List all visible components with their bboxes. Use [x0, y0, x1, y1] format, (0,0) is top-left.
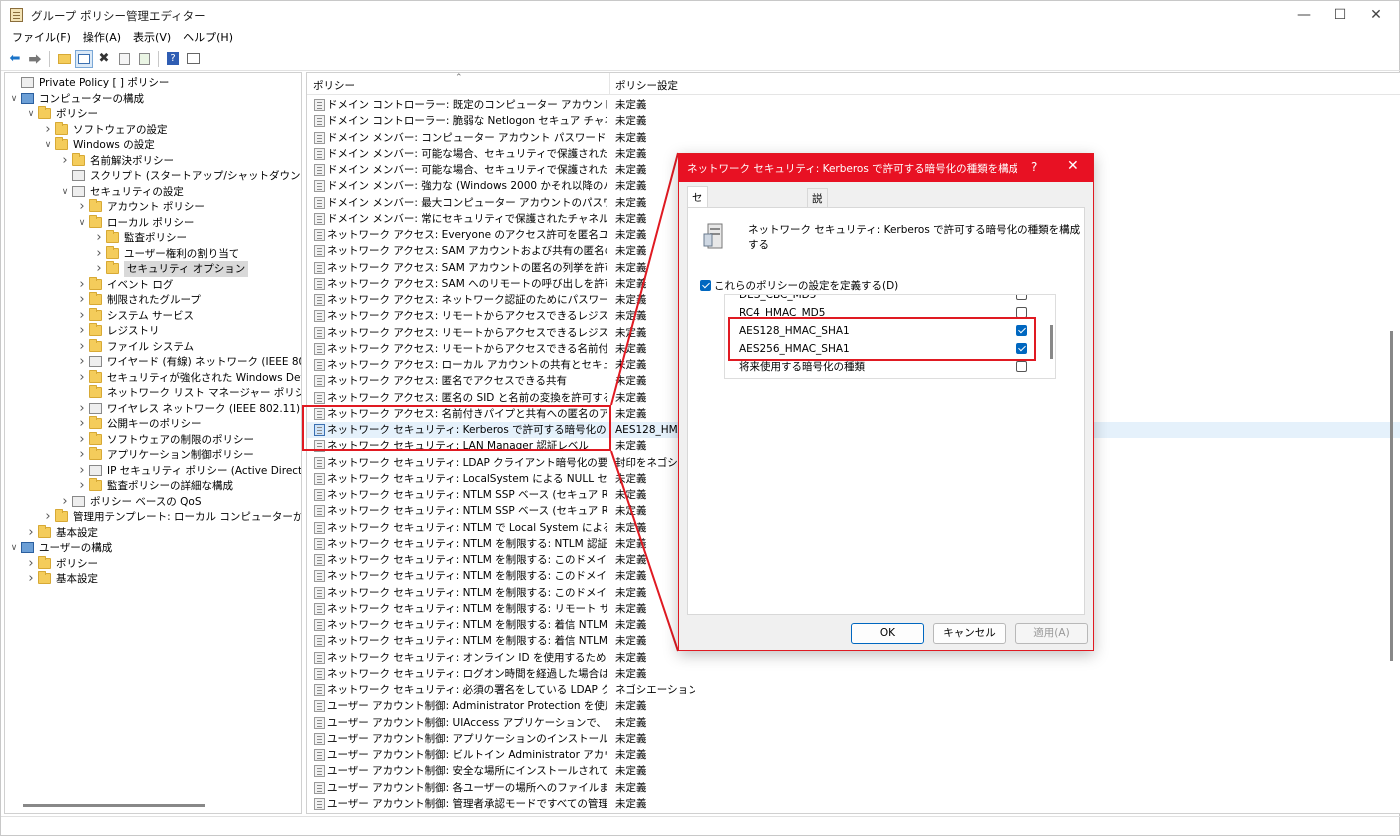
tab-security-policy[interactable]: セキュリティ ポリシーの設定 — [687, 186, 708, 468]
dialog-help-button[interactable]: ? — [1031, 160, 1037, 174]
apply-button[interactable]: 適用(A) — [1015, 623, 1088, 644]
kerberos-properties-dialog: ネットワーク セキュリティ: Kerberos で許可する暗号化の種類を構成する… — [678, 153, 1094, 651]
dialog-close-button[interactable]: ✕ — [1067, 158, 1079, 174]
dialog-title: ネットワーク セキュリティ: Kerberos で許可する暗号化の種類を構成する… — [687, 163, 1017, 175]
encryption-list-scrollbar[interactable] — [1050, 325, 1053, 359]
policy-title: ネットワーク セキュリティ: Kerberos で許可する暗号化の種類を構成する — [748, 224, 1081, 251]
encryption-option-checkbox[interactable] — [1016, 361, 1027, 372]
encryption-option-checkbox[interactable] — [1016, 295, 1027, 300]
cancel-button[interactable]: キャンセル — [933, 623, 1006, 644]
dialog-title-bar: ネットワーク セキュリティ: Kerberos で許可する暗号化の種類を構成する… — [679, 154, 1093, 182]
gpo-editor-window: グループ ポリシー管理エディター — ☐ ✕ ファイル(F) 操作(A) 表示(… — [0, 0, 1400, 836]
aes-options-highlight — [728, 317, 1036, 361]
security-policy-panel: ネットワーク セキュリティ: Kerberos で許可する暗号化の種類を構成する… — [687, 207, 1085, 615]
encryption-option[interactable]: DES_CBC_MD5 — [725, 294, 1045, 304]
encryption-option-label: DES_CBC_MD5 — [739, 294, 817, 301]
server-policy-icon — [703, 223, 723, 249]
define-policy-checkbox[interactable] — [700, 280, 711, 291]
ok-button[interactable]: OK — [851, 623, 924, 644]
define-policy-label: これらのポリシーの設定を定義する(D) — [714, 280, 899, 292]
tab-explain[interactable]: 説明 — [807, 188, 828, 225]
define-policy-checkbox-row[interactable]: これらのポリシーの設定を定義する(D) — [700, 278, 898, 293]
